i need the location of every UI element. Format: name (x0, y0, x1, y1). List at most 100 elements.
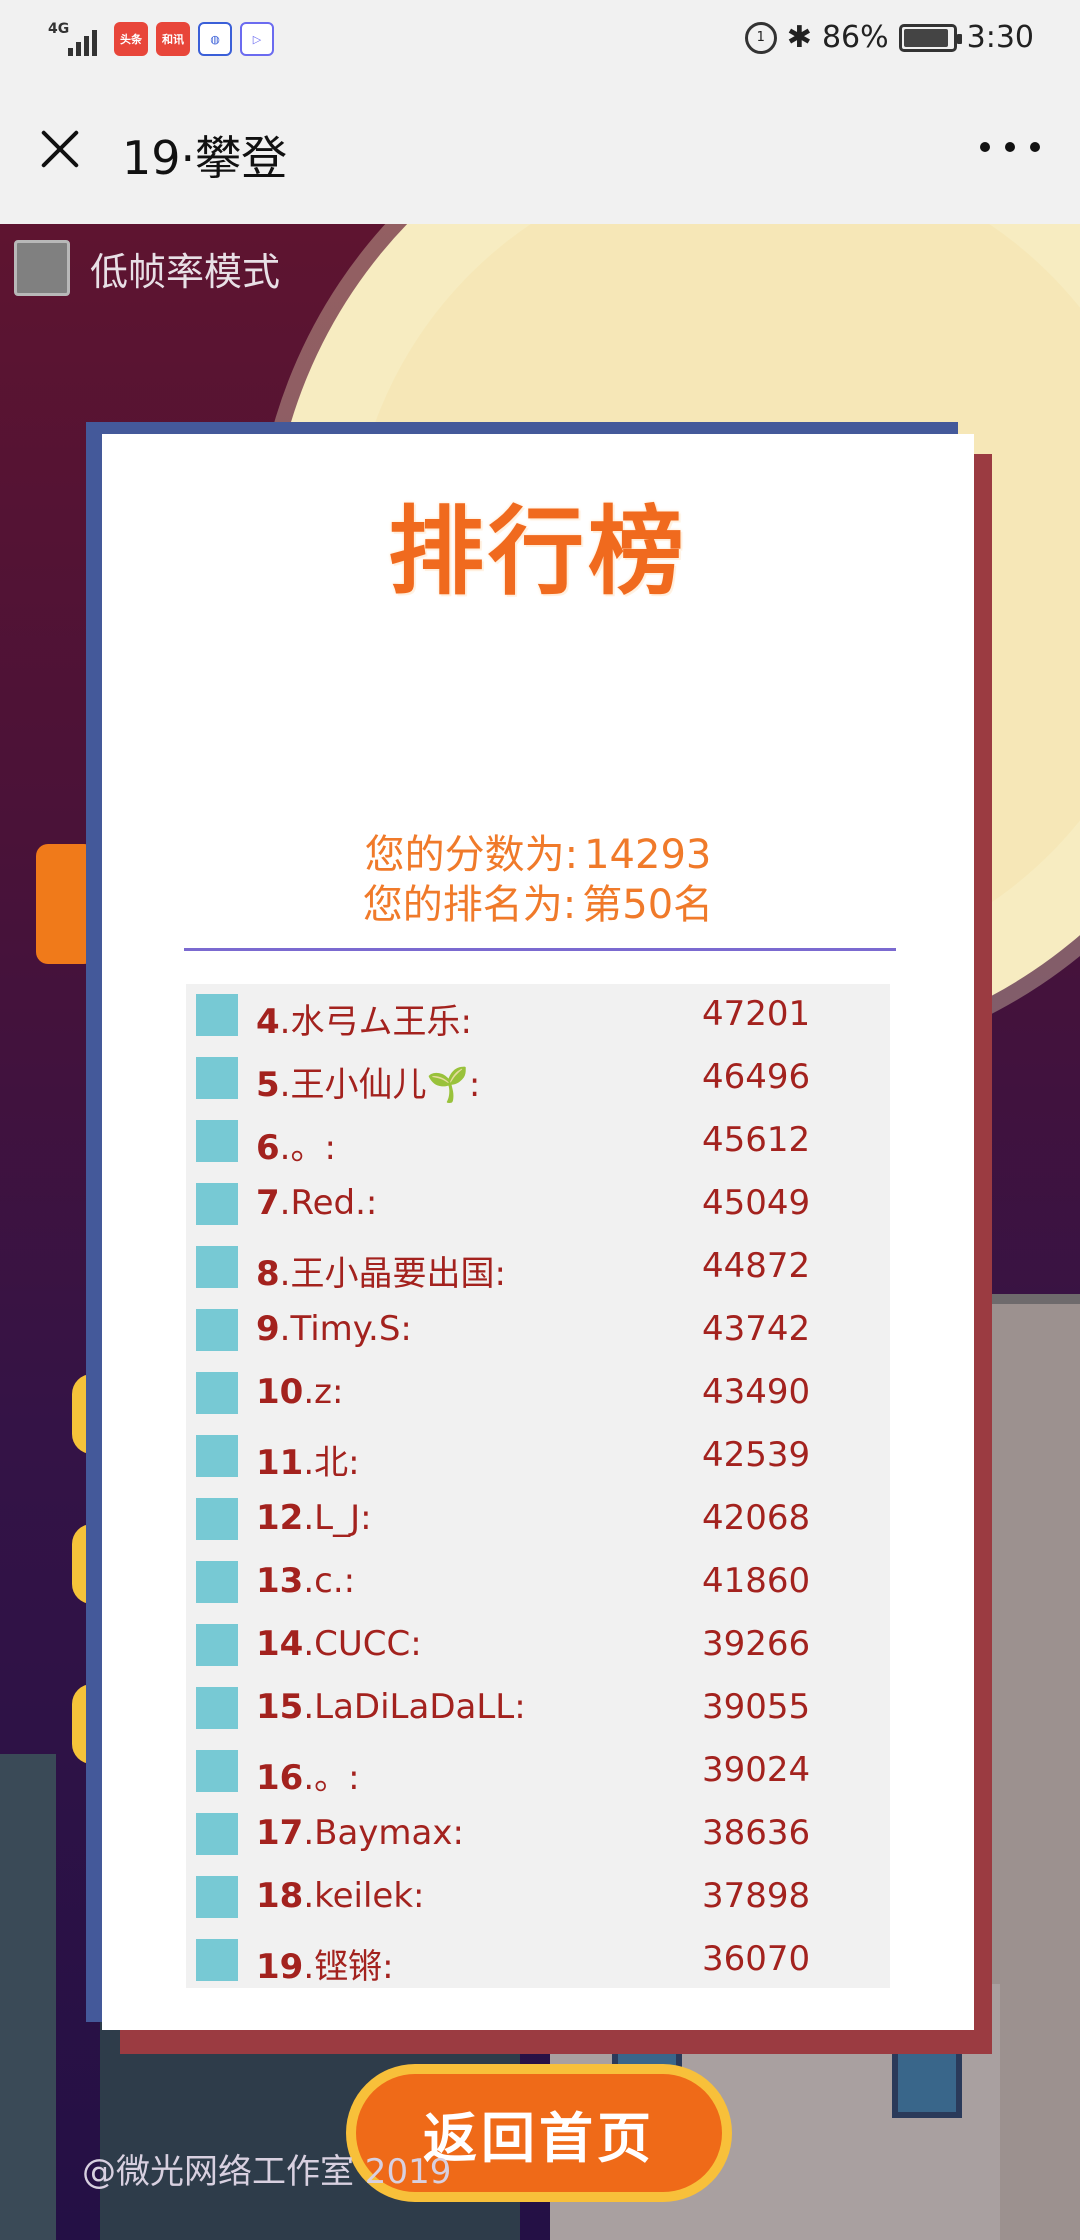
low-framerate-toggle[interactable]: 低帧率模式 (14, 240, 280, 296)
row-score: 39055 (702, 1687, 811, 1727)
player-marker-icon (196, 1813, 238, 1855)
title-bar: 19·攀登 (0, 80, 1080, 224)
leaderboard-row: 17.Baymax: 38636 (186, 1805, 890, 1868)
player-marker-icon (196, 1687, 238, 1729)
battery-icon (898, 23, 962, 52)
row-rank: 4 (256, 1002, 280, 1042)
player-marker-icon (196, 1750, 238, 1792)
leaderboard-list[interactable]: 4.水弓ム王乐: 47201 5.王小仙儿🌱: 46496 6.。: 45612 7.… (186, 984, 890, 1988)
row-rank: 16 (256, 1758, 304, 1798)
divider (184, 948, 896, 951)
player-marker-icon (196, 1561, 238, 1603)
row-player-name: .水弓ム王乐: (279, 1002, 472, 1042)
low-framerate-checkbox[interactable] (14, 240, 70, 296)
game-canvas[interactable]: 低帧率模式 排行榜 您的分数为: 14293 您的排名为: 第50名 4.水弓ム王乐… (0, 224, 1080, 2240)
leaderboard-row: 6.。: 45612 (186, 1112, 890, 1175)
row-player-name: .。: (279, 1128, 336, 1168)
player-marker-icon (196, 1183, 238, 1225)
row-score: 37898 (702, 1876, 811, 1916)
row-rank: 14 (256, 1624, 304, 1664)
player-marker-icon (196, 1120, 238, 1162)
row-rank: 10 (256, 1372, 304, 1412)
row-rank: 9 (256, 1309, 280, 1349)
player-marker-icon (196, 1498, 238, 1540)
row-rank: 17 (256, 1813, 304, 1853)
row-score: 43490 (702, 1372, 811, 1412)
player-marker-icon (196, 1372, 238, 1414)
row-rank: 13 (256, 1561, 304, 1601)
clock: 3:30 (966, 20, 1034, 55)
row-rank: 19 (256, 1947, 304, 1987)
row-player-name: .CUCC: (303, 1624, 422, 1664)
leaderboard-row: 11.北: 42539 (186, 1427, 890, 1490)
leaderboard-row: 15.LaDiLaDaLL: 39055 (186, 1679, 890, 1742)
row-score: 46496 (702, 1057, 811, 1097)
row-score: 38636 (702, 1813, 811, 1853)
video-app-icon: ▷ (240, 22, 274, 56)
row-rank: 6 (256, 1128, 280, 1168)
row-player-name: .c.: (303, 1561, 356, 1601)
row-player-name: .Red.: (279, 1183, 378, 1223)
status-right: 1 ✱ 86% 3:30 (744, 20, 1034, 55)
row-score: 43742 (702, 1309, 811, 1349)
player-marker-icon (196, 1624, 238, 1666)
row-score: 39024 (702, 1750, 811, 1790)
player-marker-icon (196, 1876, 238, 1918)
more-options-icon[interactable] (980, 140, 1040, 154)
row-rank: 11 (256, 1443, 304, 1483)
browser-app-icon: ◍ (198, 22, 232, 56)
row-player-name: .keilek: (303, 1876, 425, 1916)
row-score: 39266 (702, 1624, 811, 1664)
row-score: 42068 (702, 1498, 811, 1538)
row-score: 45612 (702, 1120, 811, 1160)
bluetooth-icon: ✱ (786, 20, 812, 55)
battery-percent: 86% (821, 20, 889, 55)
leaderboard-row: 19.铿锵: 36070 (186, 1931, 890, 1994)
row-player-name: .z: (303, 1372, 344, 1412)
leaderboard-row: 5.王小仙儿🌱: 46496 (186, 1049, 890, 1112)
rank-value: 第50名 (582, 882, 714, 928)
leaderboard-row: 12.L_J: 42068 (186, 1490, 890, 1553)
rank-label: 您的排名为: (362, 882, 577, 928)
data-saver-icon: 1 (744, 21, 777, 54)
row-score: 41860 (702, 1561, 811, 1601)
leaderboard-row: 16.。: 39024 (186, 1742, 890, 1805)
row-rank: 18 (256, 1876, 304, 1916)
toutiao-app-icon: 头条 (114, 22, 148, 56)
player-marker-icon (196, 1435, 238, 1477)
player-marker-icon (196, 1246, 238, 1288)
row-player-name: .LaDiLaDaLL: (303, 1687, 526, 1727)
low-framerate-label: 低帧率模式 (90, 249, 281, 294)
leaderboard-row: 9.Timy.S: 43742 (186, 1301, 890, 1364)
row-rank: 12 (256, 1498, 304, 1538)
player-marker-icon (196, 1309, 238, 1351)
row-player-name: .。: (303, 1758, 360, 1798)
row-player-name: .Baymax: (303, 1813, 464, 1853)
leaderboard-panel: 排行榜 您的分数为: 14293 您的排名为: 第50名 4.水弓ム王乐: 47201… (102, 434, 974, 2202)
row-rank: 15 (256, 1687, 304, 1727)
row-score: 45049 (702, 1183, 811, 1223)
hexun-app-icon: 和讯 (156, 22, 190, 56)
row-player-name: .L_J: (303, 1498, 372, 1538)
row-score: 42539 (702, 1435, 811, 1475)
status-left: 4G 头条 和讯 ◍ ▷ (48, 20, 274, 58)
page-title: 19·攀登 (122, 131, 288, 185)
window (892, 2048, 962, 2118)
building (0, 1754, 56, 2240)
leaderboard-row: 18.keilek: 37898 (186, 1868, 890, 1931)
cell-signal-icon: 4G (48, 20, 106, 58)
leaderboard-row: 7.Red.: 45049 (186, 1175, 890, 1238)
row-player-name: .王小仙儿🌱: (279, 1065, 481, 1105)
row-player-name: .Timy.S: (279, 1309, 412, 1349)
leaderboard-row: 4.水弓ム王乐: 47201 (186, 986, 890, 1049)
row-player-name: .铿锵: (303, 1947, 394, 1987)
leaderboard-row: 14.CUCC: 39266 (186, 1616, 890, 1679)
leaderboard-row: 10.z: 43490 (186, 1364, 890, 1427)
player-marker-icon (196, 994, 238, 1036)
row-rank: 7 (256, 1183, 280, 1223)
row-player-name: .北: (303, 1443, 360, 1483)
player-marker-icon (196, 1057, 238, 1099)
leaderboard-title: 排行榜 (388, 496, 688, 608)
row-score: 36070 (702, 1939, 811, 1979)
close-icon[interactable] (34, 122, 86, 174)
